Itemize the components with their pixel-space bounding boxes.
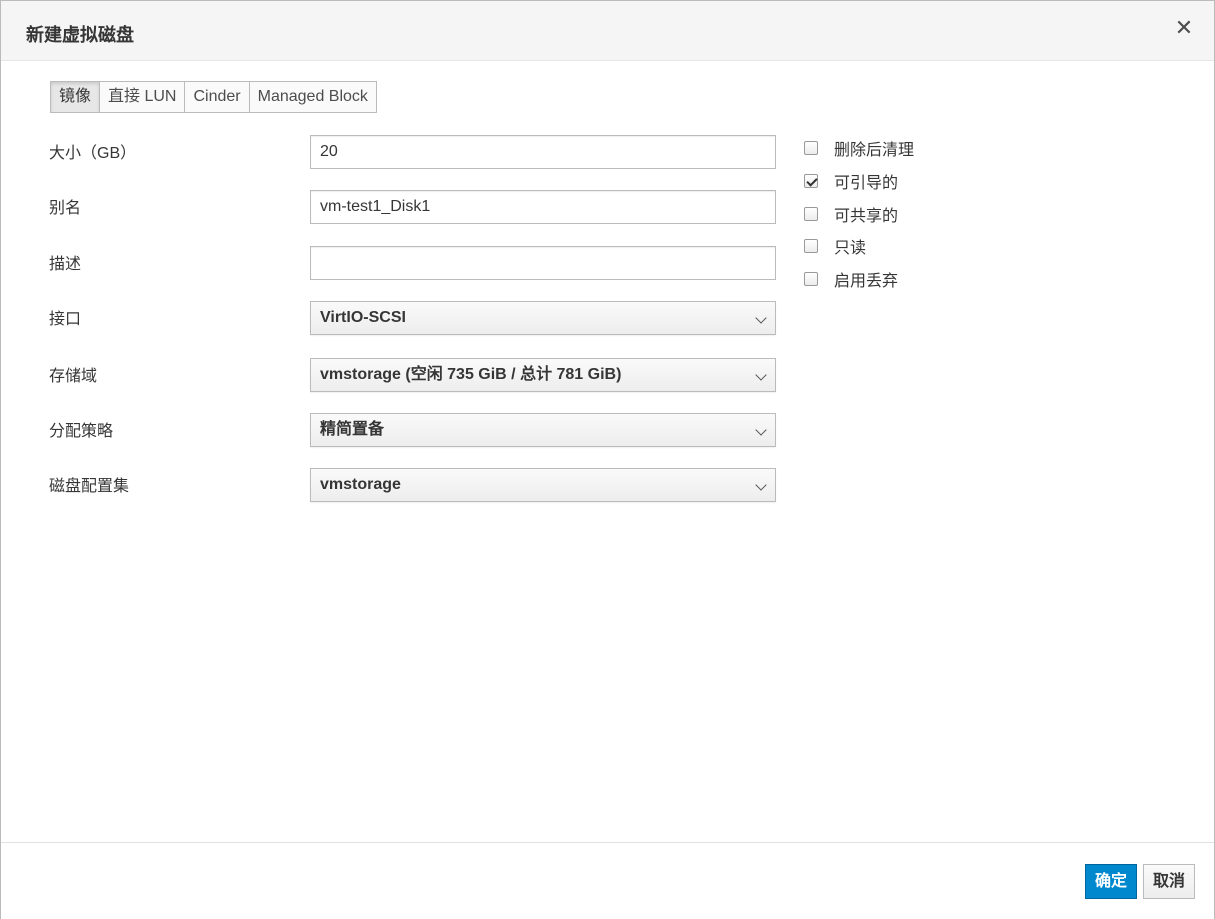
description-input[interactable] — [310, 246, 776, 280]
disk-profile-select-value: vmstorage — [320, 476, 401, 493]
dialog-header: 新建虚拟磁盘 ✕ — [1, 1, 1214, 61]
enable-discard-checkbox[interactable] — [804, 272, 818, 286]
storage-domain-select-value: vmstorage (空闲 735 GiB / 总计 781 GiB) — [320, 366, 622, 383]
description-label: 描述 — [49, 256, 82, 273]
interface-label: 接口 — [49, 311, 82, 328]
ok-button[interactable]: 确定 — [1085, 864, 1138, 899]
size-input[interactable]: 20 — [310, 135, 776, 169]
tab-image[interactable]: 镜像 — [50, 81, 101, 113]
option-label: 启用丢弃 — [834, 273, 899, 290]
option-label: 可引导的 — [834, 175, 899, 192]
allocation-policy-label: 分配策略 — [49, 423, 114, 440]
new-virtual-disk-dialog: 新建虚拟磁盘 ✕ 镜像 直接 LUN Cinder Managed Block … — [0, 0, 1215, 919]
option-read-only[interactable]: 只读 — [804, 236, 867, 257]
alias-label: 别名 — [49, 200, 82, 217]
option-wipe-after-delete[interactable]: 删除后清理 — [804, 138, 915, 159]
size-label: 大小（GB） — [49, 145, 137, 162]
chevron-down-icon — [755, 424, 767, 436]
tab-cinder[interactable]: Cinder — [185, 81, 250, 113]
interface-select-value: VirtIO-SCSI — [320, 309, 406, 326]
tab-direct-lun[interactable]: 直接 LUN — [100, 81, 186, 113]
option-label: 只读 — [834, 240, 867, 257]
disk-type-tabs: 镜像 直接 LUN Cinder Managed Block — [50, 81, 377, 113]
chevron-down-icon — [755, 312, 767, 324]
option-label: 删除后清理 — [834, 142, 915, 159]
option-label: 可共享的 — [834, 208, 899, 225]
interface-select[interactable]: VirtIO-SCSI — [310, 301, 776, 335]
close-icon[interactable]: ✕ — [1173, 17, 1195, 39]
chevron-down-icon — [755, 479, 767, 491]
disk-profile-select[interactable]: vmstorage — [310, 468, 776, 502]
bootable-checkbox[interactable] — [804, 174, 818, 188]
wipe-after-delete-checkbox[interactable] — [804, 141, 818, 155]
alias-input[interactable]: vm-test1_Disk1 — [310, 190, 776, 224]
chevron-down-icon — [755, 369, 767, 381]
read-only-checkbox[interactable] — [804, 239, 818, 253]
allocation-policy-select[interactable]: 精简置备 — [310, 413, 776, 447]
option-shareable[interactable]: 可共享的 — [804, 204, 899, 225]
storage-domain-label: 存储域 — [49, 368, 98, 385]
option-enable-discard[interactable]: 启用丢弃 — [804, 269, 899, 290]
dialog-title: 新建虚拟磁盘 — [26, 25, 134, 45]
option-bootable[interactable]: 可引导的 — [804, 171, 899, 192]
allocation-policy-select-value: 精简置备 — [320, 421, 385, 438]
tab-managed-block[interactable]: Managed Block — [249, 81, 377, 113]
disk-profile-label: 磁盘配置集 — [49, 478, 130, 495]
storage-domain-select[interactable]: vmstorage (空闲 735 GiB / 总计 781 GiB) — [310, 358, 776, 392]
shareable-checkbox[interactable] — [804, 207, 818, 221]
dialog-footer: 确定 取消 — [1, 842, 1214, 919]
cancel-button[interactable]: 取消 — [1143, 864, 1196, 899]
